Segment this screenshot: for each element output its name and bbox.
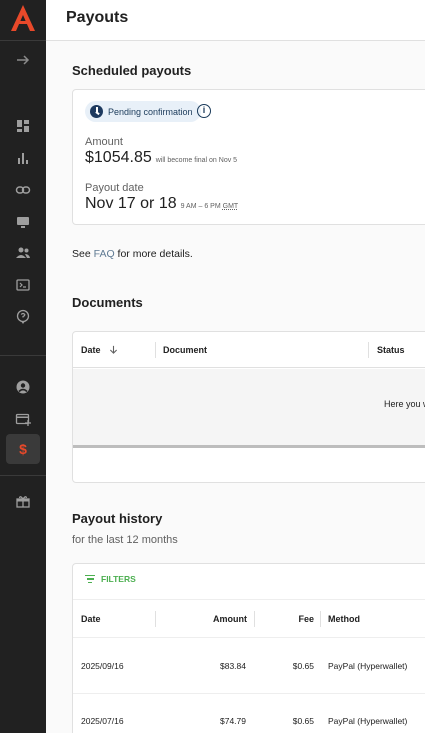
row-method: PayPal (Hyperwallet) [328, 716, 408, 726]
expand-sidebar-icon[interactable] [6, 45, 40, 75]
documents-column-date[interactable]: Date [81, 332, 118, 368]
history-column-fee: Fee [298, 614, 314, 624]
column-divider [368, 342, 369, 358]
payout-time-range: 9 AM – 6 PM [180, 203, 221, 210]
payout-date-row: Nov 17 or 18 9 AM – 6 PM GMT [85, 195, 238, 213]
clock-icon [90, 105, 103, 118]
history-table-header: Date Amount Fee Method [73, 599, 425, 637]
help-icon[interactable] [6, 302, 40, 332]
sidebar-separator [0, 475, 46, 476]
scheduled-payouts-title: Scheduled payouts [72, 63, 192, 78]
row-date: 2025/09/16 [81, 661, 124, 671]
gift-icon[interactable] [6, 486, 40, 516]
amount-value-row: $1054.85 will become final on Nov 5 [85, 149, 237, 167]
documents-column-status: Status [377, 345, 405, 355]
column-divider [254, 611, 255, 627]
payout-history-table: FILTERS Date Amount Fee Method 2025/09/1… [72, 563, 425, 733]
monitor-icon[interactable] [6, 207, 40, 237]
filters-button[interactable]: FILTERS [85, 574, 136, 584]
faq-link[interactable]: FAQ [94, 248, 115, 260]
history-column-date: Date [81, 614, 101, 624]
info-icon[interactable]: i [197, 104, 211, 118]
payout-history-title: Payout history [72, 511, 163, 526]
payout-time: 9 AM – 6 PM GMT [181, 203, 239, 210]
status-badge: Pending confirmation [85, 101, 201, 122]
faq-text-after: for more details. [114, 248, 193, 260]
documents-column-date-label: Date [81, 345, 101, 355]
row-fee: $0.65 [292, 661, 314, 671]
column-divider [155, 611, 156, 627]
faq-text-before: See [72, 248, 94, 260]
credit-card-add-icon[interactable] [6, 404, 40, 434]
documents-table: Date Document Status Here you w [72, 331, 425, 483]
payout-date-label: Payout date [85, 182, 144, 194]
top-bar: Payouts [46, 0, 425, 41]
row-amount: $74.79 [220, 716, 246, 726]
timezone[interactable]: GMT [223, 203, 239, 210]
table-row[interactable]: 2025/09/16 $83.84 $0.65 PayPal (Hyperwal… [73, 637, 425, 693]
status-label: Pending confirmation [108, 106, 193, 117]
empty-state-text: Here you w [384, 399, 425, 409]
row-method: PayPal (Hyperwallet) [328, 661, 408, 671]
brand-logo[interactable] [9, 4, 37, 32]
main-content: Payouts Scheduled payouts Pending confir… [46, 0, 425, 733]
column-divider [320, 611, 321, 627]
payout-history-subtitle: for the last 12 months [72, 534, 178, 546]
amount-label: Amount [85, 136, 123, 148]
dollar-glyph: $ [19, 441, 27, 457]
bar-chart-icon[interactable] [6, 143, 40, 173]
dollar-icon[interactable]: $ [6, 434, 40, 464]
documents-title: Documents [72, 295, 143, 310]
page-title: Payouts [66, 9, 129, 26]
faq-note: See FAQ for more details. [72, 248, 193, 260]
payout-date-value: Nov 17 or 18 [85, 195, 177, 212]
history-column-amount: Amount [213, 614, 247, 624]
table-row[interactable]: 2025/07/16 $74.79 $0.65 PayPal (Hyperwal… [73, 693, 425, 733]
row-fee: $0.65 [292, 716, 314, 726]
documents-table-header: Date Document Status [73, 332, 425, 368]
amount-note: will become final on Nov 5 [155, 157, 238, 164]
users-icon[interactable] [6, 238, 40, 268]
filters-label: FILTERS [101, 574, 136, 584]
sort-desc-icon[interactable] [109, 345, 118, 354]
amount-value: $1054.85 [85, 149, 152, 166]
link-icon[interactable] [6, 175, 40, 205]
terminal-icon[interactable] [6, 270, 40, 300]
sidebar-separator [0, 355, 46, 356]
history-column-method: Method [328, 614, 360, 624]
sidebar: $ [0, 0, 46, 733]
filter-icon [85, 575, 95, 583]
documents-empty-state: Here you w [73, 369, 425, 446]
dashboard-icon[interactable] [6, 111, 40, 141]
row-date: 2025/07/16 [81, 716, 124, 726]
row-amount: $83.84 [220, 661, 246, 671]
documents-column-document: Document [163, 345, 208, 355]
account-icon[interactable] [6, 372, 40, 402]
sidebar-divider [0, 40, 46, 41]
scheduled-payout-card: Pending confirmation i Amount $1054.85 wi… [72, 89, 425, 225]
column-divider [155, 342, 156, 358]
documents-scrollbar[interactable] [73, 445, 425, 448]
